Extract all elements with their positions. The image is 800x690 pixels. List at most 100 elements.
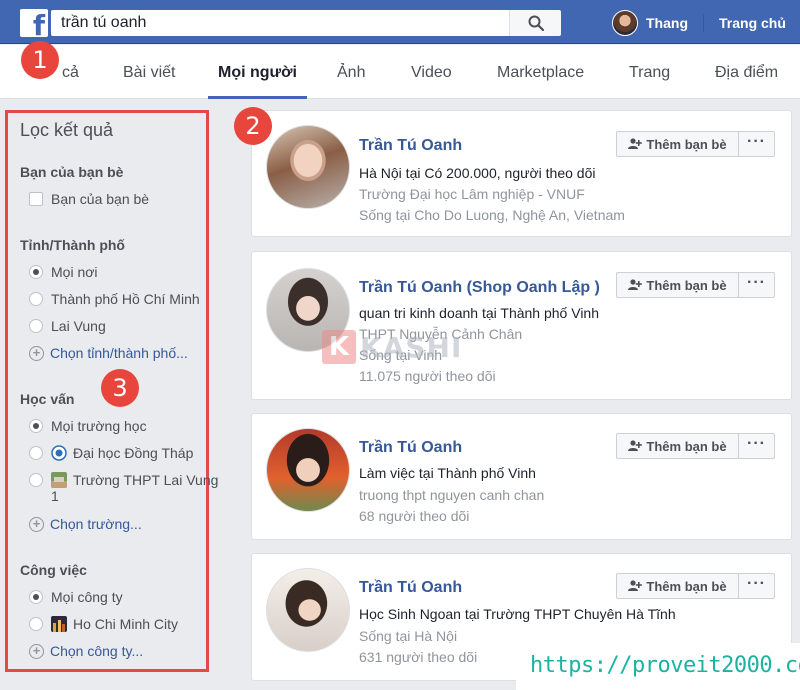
filter-option-city-lai-vung[interactable]: Lai Vung <box>29 318 106 334</box>
tab-all[interactable]: cả <box>62 45 79 99</box>
kashi-logo-mark: K <box>322 330 356 364</box>
profile-name-link[interactable]: Trần Tú Oanh <box>359 137 462 155</box>
watermark-url: https://proveit2000.com/ <box>530 653 800 678</box>
profile-detail-line: Sống tại Cho Do Luong, Nghệ An, Vietnam <box>359 207 625 223</box>
filter-panel-title: Lọc kết quả <box>20 120 114 140</box>
home-link[interactable]: Trang chủ <box>719 15 786 31</box>
filter-section-city: Tỉnh/Thành phố <box>20 237 125 253</box>
school-photo-icon <box>51 472 67 488</box>
option-label: Thành phố Hồ Chí Minh <box>51 291 200 307</box>
annotation-badge-2: 2 <box>234 107 272 145</box>
option-label: Lai Vung <box>51 318 106 334</box>
filter-option-school-dong-thap[interactable]: Đại học Đồng Tháp <box>29 445 193 461</box>
filter-option-school-lai-vung[interactable]: Trường THPT Lai Vung 1 <box>29 472 218 504</box>
more-options-button[interactable]: ··· <box>738 433 775 459</box>
kashi-watermark: K KASHI <box>322 330 462 364</box>
tab-photos[interactable]: Ảnh <box>337 45 365 99</box>
profile-name-link[interactable]: Thang <box>646 15 688 31</box>
profile-name-link[interactable]: Trần Tú Oanh (Shop Oanh Lập ) <box>359 279 600 297</box>
search-input[interactable] <box>51 10 509 36</box>
tab-videos[interactable]: Video <box>411 45 452 99</box>
add-friend-icon <box>628 138 643 149</box>
filter-option-city-hcm[interactable]: Thành phố Hồ Chí Minh <box>29 291 200 307</box>
search-category-tabs: cả Bài viết Mọi người Ảnh Video Marketpl… <box>0 45 800 99</box>
radio[interactable] <box>29 617 43 631</box>
plus-circle-icon: + <box>29 643 44 659</box>
profile-photo[interactable] <box>266 125 350 209</box>
add-friend-icon <box>628 440 643 451</box>
button-label: Thêm bạn bè <box>646 438 727 454</box>
proveit-watermark: https://proveit2000.com/ <box>516 643 800 690</box>
facebook-logo-icon[interactable]: f <box>20 9 48 40</box>
filter-section-work: Công việc <box>20 562 87 578</box>
radio[interactable] <box>29 292 43 306</box>
option-label: Ho Chi Minh City <box>73 616 179 632</box>
option-label: Đại học Đồng Tháp <box>73 445 194 461</box>
option-label-line2: 1 <box>51 488 59 504</box>
more-options-button[interactable]: ··· <box>738 131 775 157</box>
radio[interactable] <box>29 473 43 487</box>
filter-option-school-any[interactable]: Mọi trường học <box>29 418 147 434</box>
add-friend-button[interactable]: Thêm bạn bè <box>616 573 739 599</box>
add-friend-icon <box>628 279 643 290</box>
search-button[interactable] <box>509 10 561 36</box>
choose-city-link[interactable]: + Chọn tỉnh/thành phố... <box>29 345 188 361</box>
choose-school-link[interactable]: + Chọn trường... <box>29 516 142 532</box>
filter-section-education: Học vấn <box>20 391 75 407</box>
profile-detail-line: quan tri kinh doanh tại Thành phố Vinh <box>359 305 600 321</box>
top-right-nav: Thang Trang chủ <box>612 9 786 37</box>
option-label: Bạn của bạn bè <box>51 191 150 207</box>
tab-people[interactable]: Mọi người <box>208 45 307 99</box>
radio[interactable] <box>29 446 43 460</box>
tab-pages[interactable]: Trang <box>629 45 670 99</box>
annotation-badge-1: 1 <box>21 41 59 79</box>
kashi-logo-text: KASHI <box>360 330 463 364</box>
profile-detail-line: Học Sinh Ngoan tại Trường THPT Chuyên Hà… <box>359 606 676 622</box>
city-photo-icon <box>51 616 67 632</box>
profile-detail-line: 631 người theo dõi <box>359 649 478 665</box>
add-friend-button[interactable]: Thêm bạn bè <box>616 131 739 157</box>
top-navigation-bar: f Thang Trang chủ <box>0 0 800 44</box>
filter-option-friends-of-friends[interactable]: Bạn của bạn bè <box>29 191 149 207</box>
annotation-badge-3: 3 <box>101 369 139 407</box>
link-label: Chọn trường... <box>50 516 142 532</box>
more-options-button[interactable]: ··· <box>738 272 775 298</box>
profile-detail-line: 11.075 người theo dõi <box>359 368 496 384</box>
result-card: Trần Tú Oanh Làm việc tại Thành phố Vinh… <box>251 413 792 540</box>
filter-option-city-anywhere[interactable]: Mọi nơi <box>29 264 98 280</box>
button-label: Thêm bạn bè <box>646 136 727 152</box>
option-label: Mọi nơi <box>51 264 98 280</box>
radio-selected[interactable] <box>29 419 43 433</box>
profile-name-link[interactable]: Trần Tú Oanh <box>359 439 462 457</box>
search-icon <box>528 15 544 31</box>
filter-option-company-hcm[interactable]: Ho Chi Minh City <box>29 616 178 632</box>
checkbox[interactable] <box>29 192 43 206</box>
profile-photo[interactable] <box>266 428 350 512</box>
profile-detail-line: Hà Nội tại Có 200.000, người theo dõi <box>359 165 596 181</box>
profile-detail-line: Làm việc tại Thành phố Vinh <box>359 465 536 481</box>
profile-photo[interactable] <box>266 568 350 652</box>
tab-places[interactable]: Địa điểm <box>715 45 778 99</box>
choose-company-link[interactable]: + Chọn công ty... <box>29 643 143 659</box>
plus-circle-icon: + <box>29 345 44 361</box>
radio[interactable] <box>29 319 43 333</box>
radio-selected[interactable] <box>29 265 43 279</box>
link-label: Chọn công ty... <box>50 643 144 659</box>
profile-detail-line: Sống tại Hà Nội <box>359 628 458 644</box>
option-label: Trường THPT Lai Vung 1 <box>51 472 219 504</box>
profile-detail-line: truong thpt nguyen canh chan <box>359 487 545 503</box>
more-options-button[interactable]: ··· <box>738 573 775 599</box>
tab-posts[interactable]: Bài viết <box>123 45 175 99</box>
nav-divider <box>703 14 704 32</box>
profile-detail-line: 68 người theo dõi <box>359 508 470 524</box>
add-friend-button[interactable]: Thêm bạn bè <box>616 433 739 459</box>
filter-option-company-any[interactable]: Mọi công ty <box>29 589 123 605</box>
profile-avatar[interactable] <box>612 10 638 36</box>
profile-name-link[interactable]: Trần Tú Oanh <box>359 579 462 597</box>
result-card: Trần Tú Oanh (Shop Oanh Lập ) quan tri k… <box>251 251 792 400</box>
add-friend-button[interactable]: Thêm bạn bè <box>616 272 739 298</box>
radio-selected[interactable] <box>29 590 43 604</box>
filter-section-friends: Bạn của bạn bè <box>20 164 124 180</box>
tab-marketplace[interactable]: Marketplace <box>497 45 584 99</box>
option-label-line1: Trường THPT Lai Vung <box>73 472 219 488</box>
